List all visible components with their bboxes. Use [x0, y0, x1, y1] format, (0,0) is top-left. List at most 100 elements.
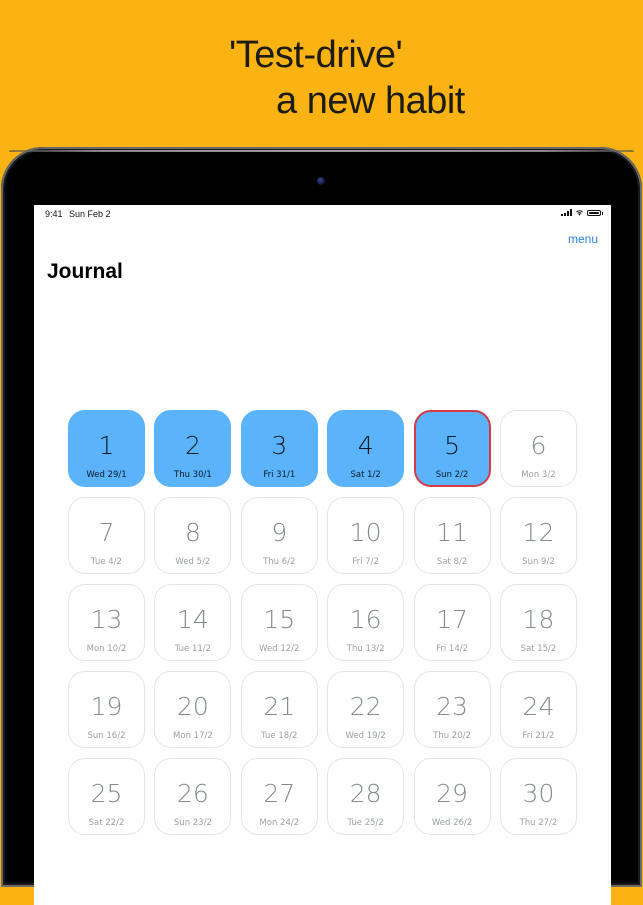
day-tile-6[interactable]: 6 Mon 3/2 [499, 410, 577, 487]
day-tile-25[interactable]: 25 Sat 22/2 [68, 758, 145, 835]
day-number: 25 [90, 779, 123, 808]
day-number: 7 [98, 518, 115, 547]
day-number: 26 [176, 779, 209, 808]
day-date: Sun 16/2 [87, 731, 126, 741]
day-tile-17[interactable]: 17 Fri 14/2 [413, 584, 491, 661]
day-tile-3[interactable]: 3 Fri 31/1 [240, 410, 318, 487]
day-tile-8[interactable]: 8 Wed 5/2 [154, 497, 232, 574]
day-number: 4 [357, 431, 374, 460]
day-date: Tue 25/2 [347, 818, 384, 828]
day-number: 1 [98, 431, 115, 460]
day-date: Wed 26/2 [431, 818, 473, 828]
day-date: Thu 20/2 [433, 731, 471, 741]
camera-icon [317, 177, 325, 185]
day-tile-18[interactable]: 18 Sat 15/2 [499, 584, 577, 661]
day-number: 20 [176, 692, 209, 721]
day-tile-9[interactable]: 9 Thu 6/2 [240, 497, 318, 574]
day-number: 5 [444, 431, 461, 460]
day-number: 23 [436, 692, 468, 721]
day-tile-24[interactable]: 24 Fri 21/2 [499, 671, 577, 748]
day-tile-28[interactable]: 28 Tue 25/2 [327, 758, 405, 835]
day-date: Mon 17/2 [173, 731, 213, 741]
day-tile-26[interactable]: 26 Sun 23/2 [154, 758, 232, 835]
day-tile-21[interactable]: 21 Tue 18/2 [240, 671, 318, 748]
day-date: Thu 27/2 [519, 818, 558, 828]
day-tile-12[interactable]: 12 Sun 9/2 [499, 497, 577, 574]
wifi-icon [576, 210, 583, 216]
day-tile-13[interactable]: 13 Mon 10/2 [68, 584, 145, 661]
day-tile-2[interactable]: 2 Thu 30/1 [154, 410, 232, 487]
day-number: 13 [90, 605, 123, 634]
day-date: Sat 8/2 [436, 557, 468, 567]
day-tile-19[interactable]: 19 Sun 16/2 [68, 671, 145, 748]
day-number: 14 [176, 605, 209, 634]
day-tile-23[interactable]: 23 Thu 20/2 [413, 671, 491, 748]
day-tile-20[interactable]: 20 Mon 17/2 [154, 671, 232, 748]
battery-icon [587, 209, 603, 216]
day-number: 29 [436, 779, 468, 808]
day-number: 9 [271, 518, 288, 547]
day-date: Wed 29/1 [86, 470, 127, 480]
day-date: Fri 21/2 [522, 731, 555, 741]
headline-line-2: a new habit [276, 80, 465, 122]
day-tile-11[interactable]: 11 Sat 8/2 [413, 497, 491, 574]
cellular-signal-icon [561, 209, 572, 216]
day-number: 6 [530, 431, 547, 460]
day-date: Wed 5/2 [175, 557, 211, 567]
day-date: Tue 18/2 [261, 731, 298, 741]
day-tile-7[interactable]: 7 Tue 4/2 [68, 497, 145, 574]
day-number: 24 [522, 692, 555, 721]
day-date: Thu 13/2 [346, 644, 385, 654]
day-date: Fri 31/1 [263, 470, 296, 480]
day-number: 11 [436, 518, 468, 547]
day-date: Tue 4/2 [91, 557, 122, 567]
day-date: Sat 15/2 [520, 644, 557, 654]
day-date: Sat 1/2 [350, 470, 381, 480]
day-number: 3 [271, 431, 288, 460]
day-date: Sun 2/2 [435, 470, 469, 480]
day-tile-29[interactable]: 29 Wed 26/2 [413, 758, 491, 835]
ipad-device-frame: 9:41 Sun Feb 2 menu Journal 1 Wed 29/1 2 Th… [1, 147, 642, 905]
day-number: 28 [349, 779, 382, 808]
day-date: Mon 3/2 [521, 470, 556, 480]
day-number: 22 [349, 692, 382, 721]
day-number: 17 [436, 605, 468, 634]
day-grid: 1 Wed 29/1 2 Thu 30/1 3 Fri 31/1 4 Sat 1/2 5 Sun … [68, 410, 577, 835]
day-date: Fri 14/2 [436, 644, 469, 654]
day-number: 21 [263, 692, 296, 721]
day-tile-5[interactable]: 5 Sun 2/2 [413, 410, 491, 487]
day-number: 15 [263, 605, 296, 634]
day-tile-16[interactable]: 16 Thu 13/2 [327, 584, 405, 661]
day-number: 30 [522, 779, 555, 808]
status-bar: 9:41 Sun Feb 2 [34, 205, 611, 223]
day-date: Thu 30/1 [174, 470, 212, 480]
day-date: Fri 7/2 [352, 557, 379, 567]
day-tile-4[interactable]: 4 Sat 1/2 [327, 410, 405, 487]
status-date: Sun Feb 2 [69, 209, 111, 219]
day-number: 16 [349, 605, 382, 634]
day-tile-14[interactable]: 14 Tue 11/2 [154, 584, 232, 661]
app-screen: 9:41 Sun Feb 2 menu Journal 1 Wed 29/1 2 Th… [34, 205, 611, 905]
day-tile-30[interactable]: 30 Thu 27/2 [499, 758, 577, 835]
day-date: Sun 9/2 [522, 557, 555, 567]
day-number: 27 [263, 779, 296, 808]
menu-button[interactable]: menu [568, 232, 598, 246]
day-date: Thu 6/2 [263, 557, 296, 567]
day-tile-27[interactable]: 27 Mon 24/2 [240, 758, 318, 835]
status-time: 9:41 [45, 209, 63, 219]
day-tile-15[interactable]: 15 Wed 12/2 [240, 584, 318, 661]
day-date: Mon 10/2 [86, 644, 127, 654]
day-number: 12 [522, 518, 555, 547]
day-date: Tue 11/2 [174, 644, 212, 654]
day-date: Wed 12/2 [259, 644, 300, 654]
day-number: 2 [184, 431, 201, 460]
page-title: Journal [47, 260, 123, 283]
day-tile-22[interactable]: 22 Wed 19/2 [327, 671, 405, 748]
day-number: 18 [522, 605, 555, 634]
status-icons [561, 209, 603, 216]
day-tile-10[interactable]: 10 Fri 7/2 [327, 497, 405, 574]
day-tile-1[interactable]: 1 Wed 29/1 [68, 410, 145, 487]
day-number: 8 [184, 518, 201, 547]
day-number: 10 [349, 518, 382, 547]
headline-line-1: 'Test-drive' [229, 34, 403, 76]
